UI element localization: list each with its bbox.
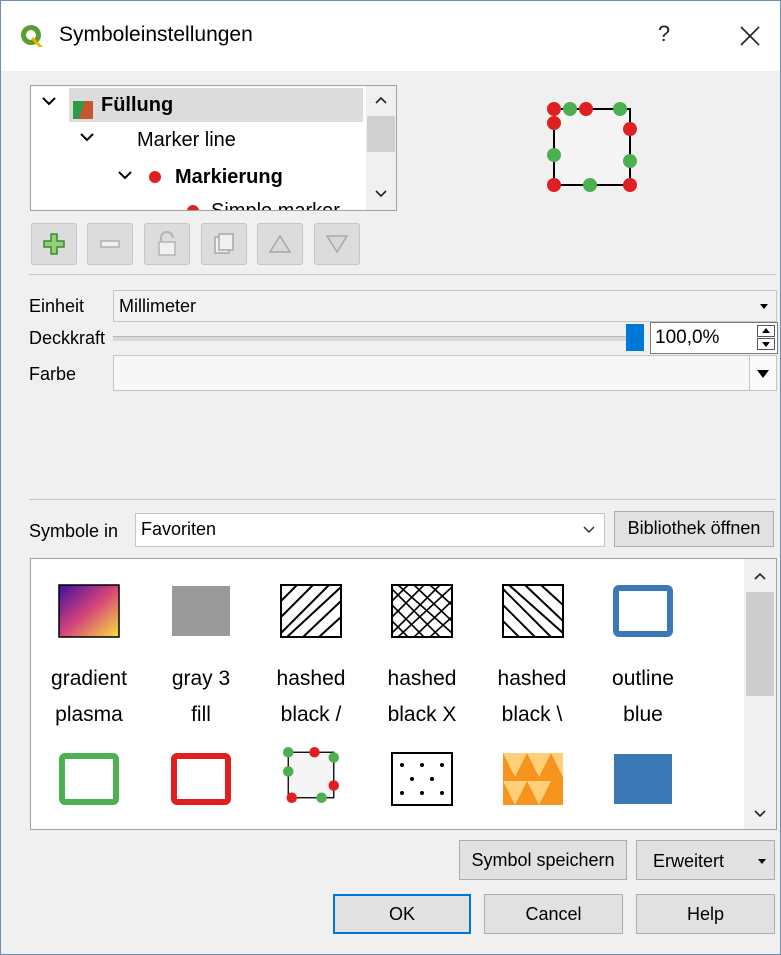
symbol-settings-dialog: Symboleinstellungen ? Füllung Marker lin… [0,0,781,955]
scroll-thumb[interactable] [746,592,774,696]
chevron-down-icon[interactable] [79,130,95,148]
unit-label: Einheit [29,296,85,316]
dotted-fill-icon[interactable] [390,751,454,807]
minus-icon [100,240,120,248]
divider [29,499,776,500]
lock-icon [158,231,176,256]
tree-item-label: Marker line [137,129,236,151]
hashed-cross-icon[interactable] [390,583,454,639]
opacity-spinbox[interactable]: 100,0% [650,322,778,354]
triangle-up-icon [268,234,292,253]
blue-fill-icon[interactable] [611,751,675,807]
chevron-down-icon [760,304,768,309]
unit-select[interactable]: Millimeter [113,290,777,322]
symbol-group-value: Favoriten [141,519,217,539]
opacity-value: 100,0% [655,327,720,348]
scroll-down-icon[interactable] [753,809,767,819]
tree-item-marker-line[interactable]: Marker line [137,123,236,157]
window-title: Symboleinstellungen [59,23,253,46]
unit-value: Millimeter [119,296,197,316]
move-up-button[interactable] [257,223,303,265]
scroll-down-icon[interactable] [366,180,396,208]
lock-layer-button[interactable] [144,223,190,265]
advanced-label: Erweitert [653,851,725,871]
remove-layer-button[interactable] [87,223,133,265]
outline-red-icon[interactable] [169,751,233,807]
symbol-label[interactable]: gray 3 fill [146,661,256,733]
opacity-slider-handle[interactable] [626,324,644,351]
spin-up-icon[interactable] [757,325,775,337]
symbol-list[interactable]: gradient plasma gray 3 fill hashed black / … [30,558,777,830]
scroll-up-icon[interactable] [366,86,396,114]
symbol-label[interactable]: gradient plasma [34,661,144,733]
symbol-label[interactable]: hashed black / [256,661,366,733]
hashed-forward-icon[interactable] [279,583,343,639]
color-button[interactable] [113,355,751,391]
open-library-button[interactable]: Bibliothek öffnen [614,511,774,547]
chevron-down-icon [583,526,595,534]
symbols-in-label: Symbole in [29,521,119,541]
close-icon[interactable] [737,23,763,49]
symbol-preview [547,102,637,192]
color-menu-button[interactable] [749,355,777,391]
symbol-list-scrollbar[interactable] [744,559,776,829]
tree-scrollbar[interactable] [366,86,396,210]
symbol-label[interactable]: outline blue [588,661,698,733]
duplicate-icon [214,233,234,254]
tree-item-label: Simple marker [211,200,340,211]
chevron-down-icon [758,859,766,864]
outline-green-icon[interactable] [57,751,121,807]
tree-item-label: Füllung [101,94,174,116]
chevron-down-icon [757,370,769,378]
gradient-plasma-icon[interactable] [57,583,121,639]
help-button[interactable]: Help [636,894,775,934]
color-label: Farbe [29,364,77,384]
advanced-menu-button[interactable]: Erweitert [636,840,775,880]
hashed-back-icon[interactable] [501,583,565,639]
orange-triangles-icon[interactable] [501,751,565,807]
plus-icon [43,233,65,255]
chevron-down-icon[interactable] [117,168,133,186]
tree-item-fill[interactable]: Füllung [69,88,363,122]
opacity-label: Deckkraft [29,328,106,348]
symbol-label[interactable]: hashed black X [367,661,477,733]
save-symbol-button[interactable]: Symbol speichern [459,840,627,880]
scroll-thumb[interactable] [367,116,395,152]
outline-blue-icon[interactable] [611,583,675,639]
fill-layer-icon [73,96,93,119]
chevron-down-icon[interactable] [41,94,57,112]
ok-button[interactable]: OK [333,894,471,934]
duplicate-layer-button[interactable] [201,223,247,265]
gray-fill-icon[interactable] [169,583,233,639]
help-icon[interactable]: ? [653,21,675,47]
spin-down-icon[interactable] [757,338,775,350]
opacity-slider[interactable] [113,336,643,341]
cancel-button[interactable]: Cancel [484,894,623,934]
move-down-button[interactable] [314,223,360,265]
title-bar: Symboleinstellungen ? [1,1,780,71]
symbol-label[interactable]: hashed black \ [477,661,587,733]
red-dot-icon [149,171,161,183]
symbol-layer-tree[interactable]: Füllung Marker line Markierung Simple ma… [30,85,397,211]
symbol-group-select[interactable]: Favoriten [135,513,605,547]
tree-item-label: Markierung [175,166,283,188]
triangle-down-icon [325,235,349,254]
qgis-logo-icon [21,25,43,47]
marker-line-icon[interactable] [279,747,343,803]
add-layer-button[interactable] [31,223,77,265]
red-dot-icon [187,205,199,210]
scroll-up-icon[interactable] [753,571,767,581]
divider [29,274,776,275]
